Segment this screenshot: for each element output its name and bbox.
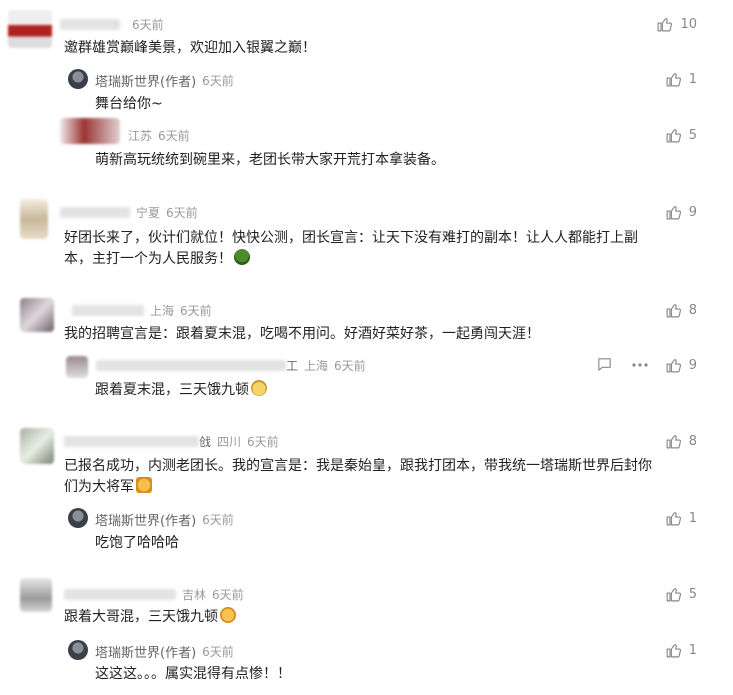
comment-meta: 塔瑞斯世界(作者) 6天前 <box>95 510 234 529</box>
like-count: 8 <box>688 303 697 318</box>
thumbs-up-icon <box>665 204 682 221</box>
comment-text-line-2: 们为大将军 <box>64 475 152 499</box>
timestamp: 6天前 <box>166 206 198 220</box>
timestamp: 6天前 <box>247 435 279 449</box>
turtle-emoji-icon <box>234 249 250 265</box>
comment-text: 邀群雄赏巅峰美景，欢迎加入银翼之巅！ <box>64 40 316 56</box>
emoji-icon <box>220 607 236 623</box>
thumbs-up-icon <box>665 71 682 88</box>
comment-meta: 戗 四川 6天前 <box>64 433 279 450</box>
comment-meta: 6天前 <box>60 16 164 33</box>
like-button[interactable]: 5 <box>665 127 697 144</box>
comment-text: 跟着夏末混，三天饿九顿 <box>95 382 249 398</box>
comment-meta: 吉林 6天前 <box>64 586 244 603</box>
author-avatar[interactable] <box>68 640 88 660</box>
timestamp: 6天前 <box>334 359 366 373</box>
author-avatar[interactable] <box>68 508 88 528</box>
thumbs-up-icon <box>656 16 673 33</box>
thumbs-up-icon <box>665 302 682 319</box>
comment-text-line-2: 本，主打一个为人民服务！ <box>64 247 250 271</box>
like-count: 9 <box>688 205 697 220</box>
username[interactable] <box>72 305 144 316</box>
comment-text-line-1: 已报名成功，内测老团长。我的宣言是：我是秦始皇，跟我打团本，带我统一塔瑞斯世界后… <box>64 458 652 474</box>
location: 宁夏 <box>136 206 161 220</box>
timestamp: 6天前 <box>202 513 234 527</box>
thumbs-up-icon <box>665 642 682 659</box>
avatar[interactable] <box>20 199 48 239</box>
location: 上海 <box>304 359 329 373</box>
like-button[interactable]: 5 <box>665 586 697 603</box>
thumbs-up-icon <box>665 433 682 450</box>
username[interactable] <box>60 19 120 30</box>
like-button[interactable]: 1 <box>665 510 697 527</box>
username[interactable] <box>96 360 286 371</box>
comment-text: 这这这。。。属实混得有点惨！！ <box>95 666 291 682</box>
timestamp: 6天前 <box>180 304 212 318</box>
like-count: 5 <box>688 128 697 143</box>
location: 江苏 <box>128 129 153 143</box>
timestamp: 6天前 <box>132 18 164 32</box>
like-button[interactable]: 1 <box>665 642 697 659</box>
username[interactable] <box>64 589 176 600</box>
comment-meta: 宁夏 6天前 <box>60 204 198 221</box>
timestamp: 6天前 <box>202 645 234 659</box>
comment-text: 们为大将军 <box>64 479 134 495</box>
like-count: 1 <box>688 511 697 526</box>
comment-meta: 塔瑞斯世界(作者) 6天前 <box>95 642 234 661</box>
username-tail: 工 <box>286 359 299 373</box>
location: 吉林 <box>182 588 207 602</box>
username[interactable]: 塔瑞斯世界(作者) <box>95 71 196 90</box>
like-button[interactable]: 8 <box>665 302 697 319</box>
like-button[interactable]: 1 <box>665 71 697 88</box>
like-count: 1 <box>688 72 697 87</box>
thumbs-up-icon <box>665 127 682 144</box>
comment-text: 吃饱了哈哈哈 <box>95 535 179 551</box>
avatar[interactable] <box>60 118 120 144</box>
thumbs-up-icon <box>665 586 682 603</box>
like-count: 10 <box>680 17 697 32</box>
avatar[interactable] <box>66 356 88 378</box>
like-count: 1 <box>688 643 697 658</box>
like-count: 8 <box>688 434 697 449</box>
more-icon[interactable] <box>631 362 649 368</box>
thumbs-up-icon <box>665 510 682 527</box>
comment-meta: 工 上海 6天前 <box>96 357 366 374</box>
thumbs-up-emoji-icon <box>136 477 152 493</box>
comment-text-line: 跟着大哥混，三天饿九顿 <box>64 605 236 629</box>
username[interactable] <box>60 207 130 218</box>
timestamp: 6天前 <box>158 129 190 143</box>
comment-text: 萌新高玩统统到碗里来，老团长带大家开荒打本拿装备。 <box>95 152 445 168</box>
like-button[interactable]: 9 <box>665 357 697 374</box>
location: 四川 <box>217 435 242 449</box>
username[interactable] <box>64 436 199 447</box>
like-count: 9 <box>688 358 697 373</box>
comment-text: 跟着大哥混，三天饿九顿 <box>64 609 218 625</box>
like-button[interactable]: 10 <box>656 16 697 33</box>
comment-text: 我的招聘宣言是：跟着夏末混，吃喝不用问。好酒好菜好茶，一起勇闯天涯！ <box>64 326 540 342</box>
location: 上海 <box>150 304 175 318</box>
comment-meta: 江苏 6天前 <box>128 127 190 144</box>
author-avatar[interactable] <box>68 69 88 89</box>
avatar[interactable] <box>20 578 52 612</box>
comment-text: 舞台给你~ <box>95 96 163 112</box>
avatar[interactable] <box>20 298 54 332</box>
comment-text: 本，主打一个为人民服务！ <box>64 251 232 267</box>
reply-icon[interactable] <box>596 356 613 373</box>
timestamp: 6天前 <box>202 74 234 88</box>
avatar[interactable] <box>8 10 52 48</box>
like-count: 5 <box>688 587 697 602</box>
username[interactable]: 塔瑞斯世界(作者) <box>95 510 196 529</box>
timestamp: 6天前 <box>212 588 244 602</box>
thumbs-up-icon <box>665 357 682 374</box>
username[interactable]: 塔瑞斯世界(作者) <box>95 642 196 661</box>
like-button[interactable]: 9 <box>665 204 697 221</box>
comment-meta: 塔瑞斯世界(作者) 6天前 <box>95 71 234 90</box>
comment-text-line: 跟着夏末混，三天饿九顿 <box>95 378 267 402</box>
like-button[interactable]: 8 <box>665 433 697 450</box>
avatar[interactable] <box>20 428 54 464</box>
cat-emoji-icon <box>251 380 267 396</box>
username-tail: 戗 <box>199 435 212 449</box>
comment-meta: 上海 6天前 <box>72 302 212 319</box>
